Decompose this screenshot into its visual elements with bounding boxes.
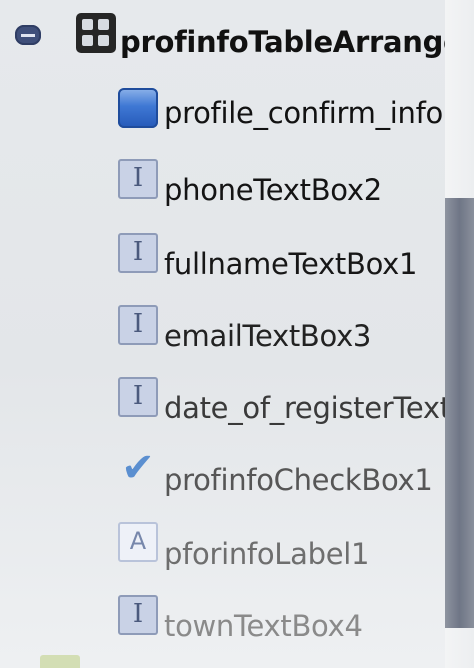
tree-node-profinfoTableArrangement[interactable]: profinfoTableArrangen xyxy=(0,0,445,59)
tree-node-label: fullnameTextBox1 xyxy=(164,247,418,281)
label-icon: A xyxy=(118,522,158,562)
textbox-icon: I xyxy=(118,305,158,345)
tree-node-phoneTextBox2[interactable]: I phoneTextBox2 xyxy=(0,156,445,208)
tree-node-townTextBox4[interactable]: I townTextBox4 xyxy=(0,592,445,644)
textbox-icon: I xyxy=(118,595,158,635)
tree-node-label: profile_confirm_info xyxy=(164,96,443,130)
tree-node-label: pforinfoLabel1 xyxy=(164,537,370,571)
tree-node-label: emailTextBox3 xyxy=(164,319,372,353)
tree-node-label: profinfoCheckBox1 xyxy=(164,463,433,497)
tree-node-label: townTextBox4 xyxy=(164,609,363,643)
scrollbar-thumb[interactable] xyxy=(445,198,474,628)
tree-node-profile-confirm-info[interactable]: profile_confirm_info xyxy=(0,80,445,132)
button-icon xyxy=(118,88,158,128)
tree-node-emailTextBox3[interactable]: I emailTextBox3 xyxy=(0,302,445,354)
tree-node-label: phoneTextBox2 xyxy=(164,173,382,207)
table-arrangement-icon xyxy=(76,13,116,53)
textbox-icon: I xyxy=(118,233,158,273)
collapse-minus-icon[interactable] xyxy=(15,25,41,45)
components-tree: profinfoTableArrangen profile_confirm_in… xyxy=(0,0,445,668)
tree-node-profinfoCheckBox1[interactable]: ✔ profinfoCheckBox1 xyxy=(0,446,445,498)
tree-node-fullnameTextBox1[interactable]: I fullnameTextBox1 xyxy=(0,230,445,282)
tree-node-date-of-registerTextBox[interactable]: I date_of_registerTextBox xyxy=(0,374,445,426)
tree-node-label: date_of_registerTextBox xyxy=(164,391,445,425)
tree-node-label: profinfoTableArrangen xyxy=(120,25,445,59)
tree-node-pforinfoLabel1[interactable]: A pforinfoLabel1 xyxy=(0,520,445,572)
textbox-icon: I xyxy=(118,377,158,417)
next-node-icon-partial xyxy=(40,655,80,668)
checkbox-icon: ✔ xyxy=(121,445,155,491)
textbox-icon: I xyxy=(118,159,158,199)
